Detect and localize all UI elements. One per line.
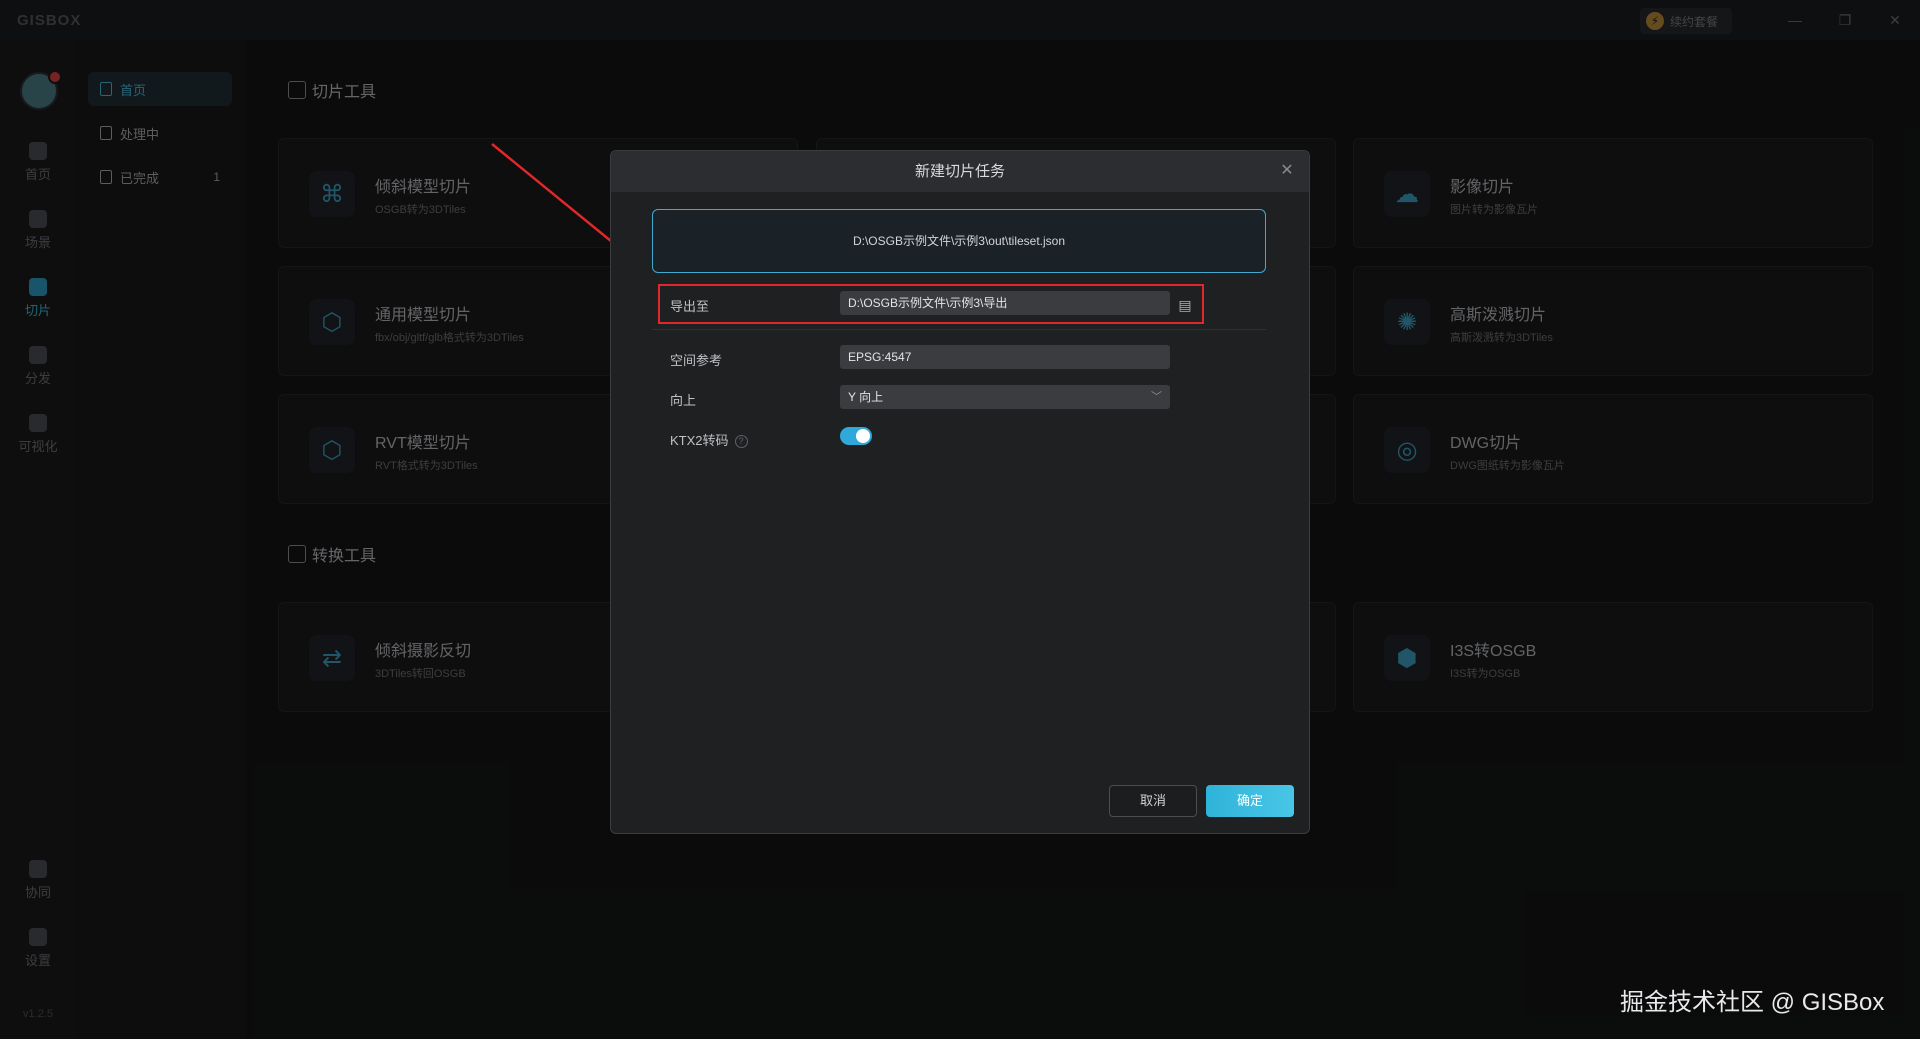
dialog-close-button[interactable]: ✕ — [1277, 161, 1297, 181]
watermark: 掘金技术社区 @ GISBox — [1620, 989, 1885, 1016]
ktx2-label: KTX2转码 — [670, 433, 729, 448]
folder-browse-icon[interactable]: ▤ — [1175, 295, 1195, 315]
srs-label: 空间参考 — [670, 353, 723, 368]
up-axis-value: Y 向上 — [848, 390, 884, 404]
export-label: 导出至 — [670, 299, 710, 314]
dialog-title: 新建切片任务 — [611, 151, 1309, 192]
export-path-input[interactable]: D:\OSGB示例文件\示例3\导出 — [840, 291, 1170, 315]
chevron-down-icon: ﹀ — [1151, 391, 1162, 403]
srs-input[interactable]: EPSG:4547 — [840, 345, 1170, 369]
ktx2-toggle[interactable] — [840, 427, 872, 445]
source-file-dropzone[interactable]: D:\OSGB示例文件\示例3\out\tileset.json — [652, 209, 1266, 273]
ktx2-label-row: KTX2转码? — [670, 430, 748, 449]
divider — [652, 329, 1266, 330]
help-icon[interactable]: ? — [734, 435, 748, 449]
confirm-button[interactable]: 确定 — [1206, 785, 1294, 817]
up-axis-label: 向上 — [670, 393, 697, 408]
new-slice-task-dialog: 新建切片任务 ✕ D:\OSGB示例文件\示例3\out\tileset.jso… — [610, 150, 1310, 834]
up-axis-select[interactable]: Y 向上 ﹀ — [840, 385, 1170, 409]
toggle-knob — [856, 429, 870, 443]
cancel-button[interactable]: 取消 — [1109, 785, 1197, 817]
